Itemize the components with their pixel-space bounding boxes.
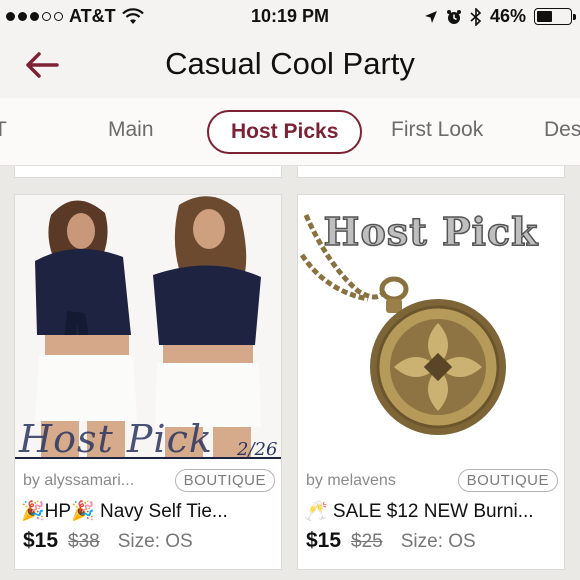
listing-meta: by alyssamari... BOUTIQUE bbox=[23, 469, 275, 492]
price-row: $15 $25 Size: OS bbox=[306, 529, 476, 553]
listing-title[interactable]: 🎉HP🎉 Navy Self Tie... bbox=[21, 499, 275, 523]
previous-card-edge bbox=[14, 166, 282, 178]
listing-card[interactable]: Host Pick 2/26 by alyssamari... BOUTIQUE… bbox=[14, 194, 282, 570]
status-bar: AT&T 10:19 PM 46% bbox=[0, 0, 580, 34]
boutique-badge: BOUTIQUE bbox=[457, 469, 558, 492]
listing-card[interactable]: Host Pick by melavens BOUTIQUE 🥂 SALE $1… bbox=[297, 194, 565, 570]
bluetooth-icon bbox=[470, 7, 482, 26]
tab-main[interactable]: Main bbox=[108, 118, 154, 142]
battery-icon bbox=[534, 8, 576, 25]
original-price: $25 bbox=[351, 531, 383, 552]
host-pick-date: 2/26 bbox=[237, 439, 278, 459]
tab-previous[interactable]: T bbox=[0, 118, 7, 142]
battery-fill bbox=[537, 11, 552, 22]
original-price: $38 bbox=[68, 531, 100, 552]
listing-size: Size: OS bbox=[400, 531, 476, 552]
battery-percent: 46% bbox=[489, 6, 526, 26]
navigation-bar: Casual Cool Party bbox=[0, 34, 580, 98]
seller-name[interactable]: by alyssamari... bbox=[23, 472, 134, 490]
listing-price: $15 bbox=[23, 529, 59, 552]
listing-title[interactable]: 🥂 SALE $12 NEW Burni... bbox=[304, 499, 558, 523]
listing-price: $15 bbox=[306, 529, 342, 552]
seller-name[interactable]: by melavens bbox=[306, 472, 396, 490]
alarm-clock-icon bbox=[446, 9, 461, 24]
host-pick-overlay: Host Pick bbox=[323, 208, 539, 255]
listing-image[interactable]: Host Pick 2/26 bbox=[15, 195, 281, 459]
previous-card-edge bbox=[297, 166, 565, 178]
boutique-badge: BOUTIQUE bbox=[174, 469, 275, 492]
tab-first-look[interactable]: First Look bbox=[391, 118, 483, 142]
tab-host-picks[interactable]: Host Picks bbox=[207, 110, 363, 154]
tab-next[interactable]: Des bbox=[544, 118, 580, 142]
listing-meta: by melavens BOUTIQUE bbox=[306, 469, 558, 492]
status-right: 46% bbox=[424, 6, 576, 27]
page-title: Casual Cool Party bbox=[165, 46, 415, 81]
listing-size: Size: OS bbox=[117, 531, 193, 552]
location-arrow-icon bbox=[424, 10, 437, 23]
party-tabs: T Main Host Picks First Look Des bbox=[0, 98, 580, 166]
price-row: $15 $38 Size: OS bbox=[23, 529, 193, 553]
listing-image[interactable]: Host Pick bbox=[298, 195, 564, 459]
